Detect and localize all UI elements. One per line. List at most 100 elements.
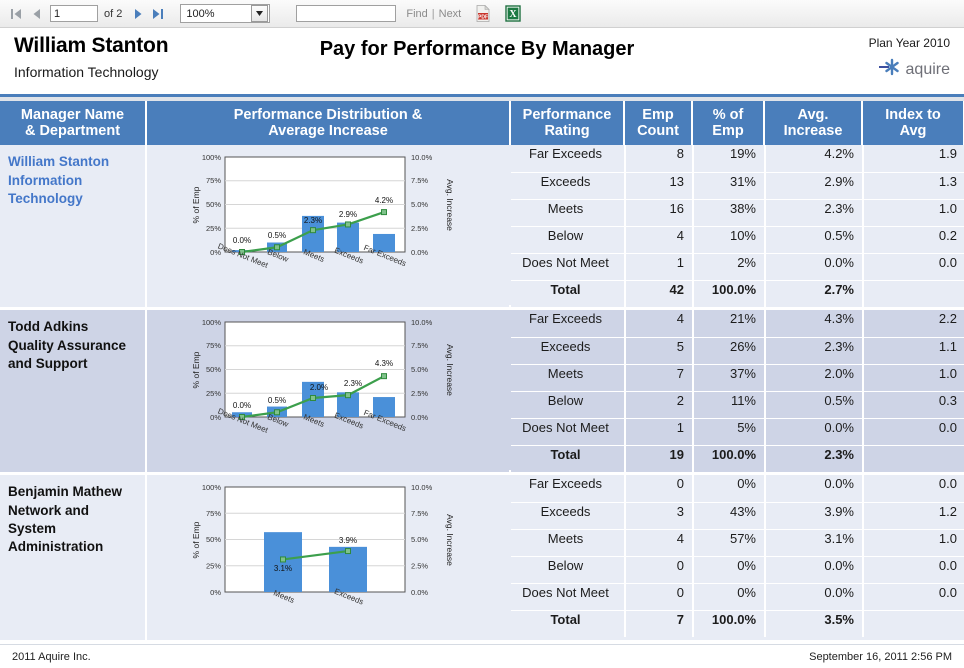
rating-label: Below <box>511 391 626 419</box>
copyright-label: 2011 Aquire Inc. <box>12 650 91 663</box>
pct-emp-value: 43% <box>693 502 766 530</box>
column-header-line1: Avg. <box>797 107 829 123</box>
avg-increase-value: 0.0% <box>765 583 864 611</box>
avg-increase-value: 0.0% <box>765 418 864 446</box>
aquire-logo-text: aquire <box>905 60 950 78</box>
svg-text:0.0%: 0.0% <box>233 401 251 410</box>
pct-emp-value: 0% <box>693 475 766 503</box>
table-row: Todd Adkins Quality Assurance and Suppor… <box>0 310 964 473</box>
svg-text:Avg. Increase: Avg. Increase <box>445 345 455 397</box>
pct-emp-value: 57% <box>693 529 766 557</box>
manager-cell-1[interactable]: Todd Adkins Quality Assurance and Suppor… <box>0 310 147 473</box>
table-row: Meets 7 37% 2.0% 1.0 <box>511 364 964 392</box>
column-header-line1: Performance Distribution & <box>233 107 423 123</box>
column-header-line2: Rating <box>544 123 590 140</box>
column-header-emp-count[interactable]: Emp Count <box>624 101 693 146</box>
manager-name-label: Todd Adkins <box>8 319 89 335</box>
index-to-avg-value: 1.3 <box>863 172 964 200</box>
svg-text:75%: 75% <box>206 509 221 518</box>
first-page-icon[interactable] <box>6 4 26 24</box>
svg-text:100%: 100% <box>202 483 222 492</box>
table-row: Exceeds 5 26% 2.3% 1.1 <box>511 337 964 365</box>
svg-text:4.2%: 4.2% <box>375 196 393 205</box>
svg-text:3.1%: 3.1% <box>274 564 292 573</box>
pct-emp-value: 2% <box>693 253 766 281</box>
total-label: Total <box>511 610 626 638</box>
svg-text:10.0%: 10.0% <box>411 318 433 327</box>
avg-increase-value: 0.5% <box>765 391 864 419</box>
pay-for-performance-table: Manager Name & Department Performance Di… <box>0 101 964 641</box>
svg-text:3.9%: 3.9% <box>339 536 357 545</box>
avg-increase-value: 2.3% <box>765 337 864 365</box>
emp-count-value: 0 <box>625 556 694 584</box>
manager-dept-line1: Quality Assurance <box>8 337 127 353</box>
svg-text:% of Emp: % of Emp <box>191 352 201 389</box>
index-to-avg-value: 1.9 <box>863 145 964 173</box>
column-header-pct-emp[interactable]: % of Emp <box>692 101 765 146</box>
zoom-select[interactable]: 100% <box>180 4 271 23</box>
column-header-line2: & Department <box>24 123 121 140</box>
svg-text:0.0%: 0.0% <box>411 588 428 597</box>
chevron-down-icon[interactable] <box>251 5 269 22</box>
previous-page-icon[interactable] <box>26 4 46 24</box>
index-to-avg-value: 1.1 <box>863 337 964 365</box>
performance-distribution-chart-1: 0%25% 50%75% 100% 0.0%2.5% 5.0%7.5% 10.0… <box>147 310 511 471</box>
column-header-avg-increase[interactable]: Avg. Increase <box>764 101 863 146</box>
manager-cell-0[interactable]: William Stanton Information Technology <box>0 145 147 308</box>
svg-text:5.0%: 5.0% <box>411 365 428 374</box>
page-number-input[interactable] <box>50 5 98 22</box>
column-header-manager[interactable]: Manager Name & Department <box>0 101 147 146</box>
table-row: Benjamin Mathew Network and System Admin… <box>0 475 964 641</box>
column-header-line2: Emp <box>712 123 744 140</box>
total-avg-increase: 2.7% <box>765 280 864 308</box>
svg-text:0%: 0% <box>210 588 221 597</box>
emp-count-value: 7 <box>625 364 694 392</box>
column-header-line2: Count <box>637 123 679 140</box>
svg-text:2.5%: 2.5% <box>411 224 428 233</box>
find-button[interactable]: Find <box>406 8 427 20</box>
index-to-avg-value: 0.0 <box>863 583 964 611</box>
column-header-performance-rating[interactable]: Performance Rating <box>510 101 625 146</box>
index-to-avg-value: 1.0 <box>863 529 964 557</box>
svg-text:2.0%: 2.0% <box>310 383 328 392</box>
pdf-export-icon[interactable]: PDF <box>475 4 491 22</box>
avg-increase-value: 3.9% <box>765 502 864 530</box>
chart-cell-2: 0% 25% 50% 75% 100% 0.0% 2.5% 5.0% 7.5% 10.0… <box>146 475 511 641</box>
find-next-button[interactable]: Next <box>439 8 462 20</box>
rating-label: Exceeds <box>511 172 626 200</box>
last-page-icon[interactable] <box>148 4 168 24</box>
svg-text:7.5%: 7.5% <box>411 509 428 518</box>
pct-emp-value: 19% <box>693 145 766 173</box>
column-header-line1: Index to <box>885 107 941 123</box>
table-row: Below 4 10% 0.5% 0.2 <box>511 226 964 254</box>
manager-name-link[interactable]: William Stanton <box>8 153 145 171</box>
column-header-line1: % of <box>712 107 744 123</box>
pct-emp-value: 0% <box>693 556 766 584</box>
manager-dept-line1: Network and <box>8 502 90 518</box>
manager-dept-line2: Technology <box>8 190 83 206</box>
svg-text:0.0%: 0.0% <box>411 413 428 422</box>
svg-text:75%: 75% <box>206 176 221 185</box>
toolbar-separator: | <box>431 7 435 20</box>
column-header-distribution[interactable]: Performance Distribution & Average Incre… <box>146 101 511 146</box>
index-to-avg-value: 0.0 <box>863 418 964 446</box>
rating-label: Does Not Meet <box>511 253 626 281</box>
report-header: William Stanton Information Technology P… <box>0 28 964 94</box>
total-pct-emp: 100.0% <box>693 610 766 638</box>
search-input[interactable] <box>296 5 397 22</box>
total-label: Total <box>511 445 626 473</box>
pct-emp-value: 10% <box>693 226 766 254</box>
svg-text:10.0%: 10.0% <box>411 483 433 492</box>
excel-export-icon[interactable]: X <box>505 5 521 22</box>
index-to-avg-value: 0.2 <box>863 226 964 254</box>
avg-increase-value: 0.0% <box>765 253 864 281</box>
manager-cell-2[interactable]: Benjamin Mathew Network and System Admin… <box>0 475 147 641</box>
manager-dept-line1: Information <box>8 172 83 188</box>
emp-count-value: 0 <box>625 583 694 611</box>
next-page-icon[interactable] <box>128 4 148 24</box>
performance-distribution-chart-0: 0%25% 50%75% 100% 0.0%2.5% 5.0%7.5% 10.0… <box>147 145 511 306</box>
table-row: Does Not Meet 1 5% 0.0% 0.0 <box>511 418 964 446</box>
svg-text:100%: 100% <box>202 153 222 162</box>
emp-count-value: 8 <box>625 145 694 173</box>
column-header-index-to-avg[interactable]: Index to Avg <box>862 101 964 146</box>
